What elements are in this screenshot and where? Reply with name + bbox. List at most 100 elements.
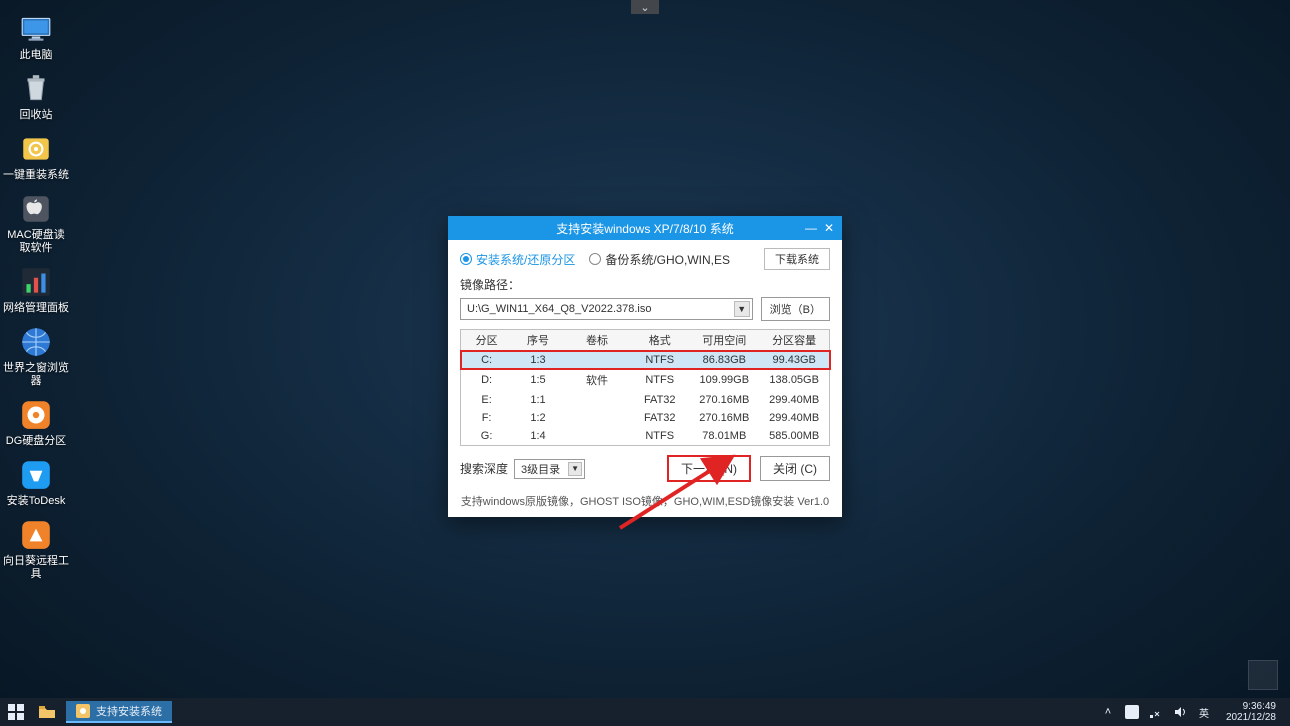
cell-free: 86.83GB <box>689 351 759 370</box>
next-button[interactable]: 下一步 (N) <box>668 456 750 481</box>
minimize-button[interactable]: — <box>802 219 820 237</box>
installer-dialog: 支持安装windows XP/7/8/10 系统 — ✕ 安装系统/还原分区 备… <box>448 216 842 517</box>
cell-label: 软件 <box>564 369 630 391</box>
desktop-icon-sunflower[interactable]: 向日葵远程工具 <box>2 514 70 587</box>
cell-label <box>564 391 630 409</box>
radio-install-restore[interactable]: 安装系统/还原分区 <box>460 251 575 268</box>
radio-dot-icon <box>460 253 472 265</box>
dropdown-arrow-icon: ▼ <box>734 301 750 317</box>
cell-drive: F: <box>461 409 513 427</box>
desktop-icon-mac-disk[interactable]: MAC硬盘读取软件 <box>2 188 70 261</box>
col-total: 分区容量 <box>759 330 829 351</box>
desktop-icon-reinstall[interactable]: 一键重装系统 <box>2 128 70 188</box>
desktop-icon-this-pc[interactable]: 此电脑 <box>2 8 70 68</box>
search-depth-value: 3级目录 <box>521 461 560 477</box>
table-row[interactable]: G: 1:4 NTFS 78.01MB 585.00MB <box>461 427 830 446</box>
download-system-button[interactable]: 下载系统 <box>764 248 830 270</box>
cell-drive: C: <box>461 351 513 370</box>
dialog-titlebar[interactable]: 支持安装windows XP/7/8/10 系统 — ✕ <box>448 216 842 240</box>
apple-icon <box>19 192 53 226</box>
close-button[interactable]: ✕ <box>820 219 838 237</box>
col-partition: 分区 <box>461 330 513 351</box>
cell-total: 138.05GB <box>759 369 829 391</box>
desktop-icon-label: 回收站 <box>20 109 53 122</box>
tray-chevron-up-icon[interactable]: ˄ <box>1100 704 1116 720</box>
image-path-combo[interactable]: U:\G_WIN11_X64_Q8_V2022.378.iso ▼ <box>460 298 753 320</box>
browse-button[interactable]: 浏览（B） <box>761 297 830 321</box>
todesk-icon <box>19 458 53 492</box>
cell-total: 299.40MB <box>759 391 829 409</box>
tray-app-icon[interactable] <box>1124 704 1140 720</box>
windows-start-icon <box>8 704 24 720</box>
cell-total: 585.00MB <box>759 427 829 446</box>
taskbar-app-label: 支持安装系统 <box>96 703 162 719</box>
cell-format: NTFS <box>630 369 689 391</box>
disk-partition-icon <box>19 398 53 432</box>
radio-label: 安装系统/还原分区 <box>476 251 575 268</box>
system-tray: ˄ 英 9:36:49 2021/12/28 <box>1100 701 1290 723</box>
cell-label <box>564 409 630 427</box>
desktop-icon-browser[interactable]: 世界之窗浏览器 <box>2 321 70 394</box>
radio-dot-icon <box>589 253 601 265</box>
start-button[interactable] <box>0 698 32 726</box>
top-handle[interactable]: ⌄ <box>631 0 659 14</box>
close-dialog-button[interactable]: 关闭 (C) <box>760 456 830 481</box>
taskbar-clock[interactable]: 9:36:49 2021/12/28 <box>1220 701 1282 723</box>
col-free: 可用空间 <box>689 330 759 351</box>
partition-table: 分区 序号 卷标 格式 可用空间 分区容量 C: 1:3 NTFS 86.83G… <box>460 329 830 446</box>
cell-index: 1:1 <box>512 391 564 409</box>
desktop-icon-label: MAC硬盘读取软件 <box>2 229 70 255</box>
dialog-footer: 支持windows原版镜像，GHOST ISO镜像，GHO,WIM,ESD镜像安… <box>448 489 842 517</box>
cell-format: FAT32 <box>630 409 689 427</box>
globe-icon <box>19 325 53 359</box>
search-depth-combo[interactable]: 3级目录 ▼ <box>514 459 585 479</box>
dialog-title: 支持安装windows XP/7/8/10 系统 <box>556 220 733 237</box>
cell-drive: E: <box>461 391 513 409</box>
clock-date: 2021/12/28 <box>1226 712 1276 723</box>
desktop: 此电脑 回收站 一键重装系统 MAC硬盘读取软件 网络管理面板 世界之窗浏览器 <box>2 8 72 587</box>
cell-drive: G: <box>461 427 513 446</box>
table-row[interactable]: E: 1:1 FAT32 270.16MB 299.40MB <box>461 391 830 409</box>
cell-drive: D: <box>461 369 513 391</box>
tray-network-icon[interactable] <box>1148 704 1164 720</box>
taskbar-explorer[interactable] <box>32 698 62 726</box>
this-pc-icon <box>19 12 53 46</box>
cell-index: 1:5 <box>512 369 564 391</box>
taskbar: 支持安装系统 ˄ 英 9:36:49 2021/12/28 <box>0 698 1290 726</box>
radio-backup[interactable]: 备份系统/GHO,WIN,ES <box>589 251 730 268</box>
table-row[interactable]: F: 1:2 FAT32 270.16MB 299.40MB <box>461 409 830 427</box>
radio-label: 备份系统/GHO,WIN,ES <box>605 251 730 268</box>
cell-format: NTFS <box>630 351 689 370</box>
desktop-icon-label: 一键重装系统 <box>3 169 69 182</box>
cell-free: 109.99GB <box>689 369 759 391</box>
table-row[interactable]: C: 1:3 NTFS 86.83GB 99.43GB <box>461 351 830 370</box>
desktop-icon-todesk[interactable]: 安装ToDesk <box>2 454 70 514</box>
dropdown-arrow-icon: ▼ <box>568 462 582 476</box>
desktop-icon-label: DG硬盘分区 <box>6 435 67 448</box>
cell-format: FAT32 <box>630 391 689 409</box>
recycle-bin-icon <box>19 72 53 106</box>
table-row[interactable]: D: 1:5 软件 NTFS 109.99GB 138.05GB <box>461 369 830 391</box>
desktop-icon-label: 向日葵远程工具 <box>2 555 70 581</box>
desktop-icon-netpanel[interactable]: 网络管理面板 <box>2 261 70 321</box>
col-format: 格式 <box>630 330 689 351</box>
overlay-square <box>1248 660 1278 690</box>
cell-total: 99.43GB <box>759 351 829 370</box>
image-path-value: U:\G_WIN11_X64_Q8_V2022.378.iso <box>467 303 651 315</box>
chevron-down-icon: ⌄ <box>640 1 649 14</box>
desktop-icon-label: 此电脑 <box>20 49 53 62</box>
desktop-icon-recycle-bin[interactable]: 回收站 <box>2 68 70 128</box>
tray-ime-icon[interactable]: 英 <box>1196 704 1212 720</box>
desktop-icon-label: 世界之窗浏览器 <box>2 362 70 388</box>
taskbar-app-installer[interactable]: 支持安装系统 <box>66 701 172 723</box>
cell-label <box>564 351 630 370</box>
cell-label <box>564 427 630 446</box>
tray-volume-icon[interactable] <box>1172 704 1188 720</box>
desktop-icon-label: 安装ToDesk <box>7 495 66 508</box>
desktop-icon-dg[interactable]: DG硬盘分区 <box>2 394 70 454</box>
gear-box-icon <box>19 132 53 166</box>
cell-free: 78.01MB <box>689 427 759 446</box>
cell-index: 1:3 <box>512 351 564 370</box>
image-path-label: 镜像路径： <box>460 276 830 293</box>
desktop-icon-label: 网络管理面板 <box>3 302 69 315</box>
